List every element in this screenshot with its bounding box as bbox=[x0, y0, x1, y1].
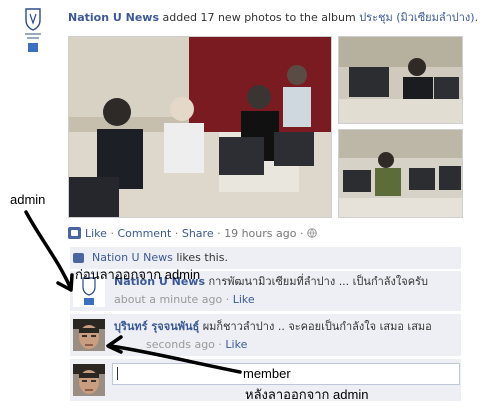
annotation-arrows bbox=[24, 210, 242, 374]
annotation-member-label: member bbox=[243, 366, 291, 381]
annotation-after-logout-label: หลังลาออกจาก admin bbox=[245, 387, 369, 402]
annotation-before-logout-label: ก่อนลาออกจาก admin bbox=[75, 267, 201, 282]
annotation-admin-label: admin bbox=[10, 192, 46, 207]
